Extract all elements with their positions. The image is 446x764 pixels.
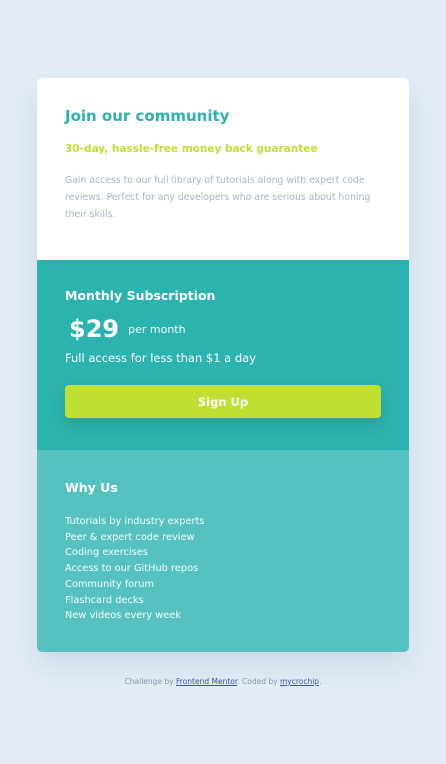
subscription-section: Monthly Subscription $29 per month Full … [37,260,409,450]
list-item: New videos every week [65,610,181,622]
list-item: Coding exercises [65,547,148,559]
guarantee-tagline: 30-day, hassle-free money back guarantee [65,143,318,155]
community-description: Gain access to our full library of tutor… [65,175,371,220]
access-text: Full access for less than $1 a day [65,351,257,365]
footer-middle: . Coded by [237,677,280,686]
community-section: Join our community 30-day, hassle-free m… [37,78,409,260]
list-item: Flashcard decks [65,594,144,606]
why-us-section: Why Us Tutorials by industry experts Pee… [37,450,409,652]
list-item: Access to our GitHub repos [65,563,199,575]
why-us-title: Why Us [65,480,118,495]
price-period: per month [128,322,186,336]
list-item: Peer & expert code review [65,531,195,543]
author-link[interactable]: mycrochip [280,677,319,686]
frontend-mentor-link[interactable]: Frontend Mentor [176,677,237,686]
attribution-footer: Challenge by Frontend Mentor. Coded by m… [0,677,446,686]
why-us-list: Tutorials by industry experts Peer & exp… [65,514,381,624]
subscription-title: Monthly Subscription [65,288,216,303]
pricing-card: Join our community 30-day, hassle-free m… [37,78,409,652]
list-item: Community forum [65,578,155,590]
footer-suffix: . [319,677,322,686]
sign-up-button[interactable]: Sign Up [65,385,381,418]
price-row: $29 per month [65,315,381,343]
community-title: Join our community [65,107,230,125]
price-amount: $29 [69,315,120,343]
footer-prefix: Challenge by [124,677,176,686]
list-item: Tutorials by industry experts [65,516,205,527]
